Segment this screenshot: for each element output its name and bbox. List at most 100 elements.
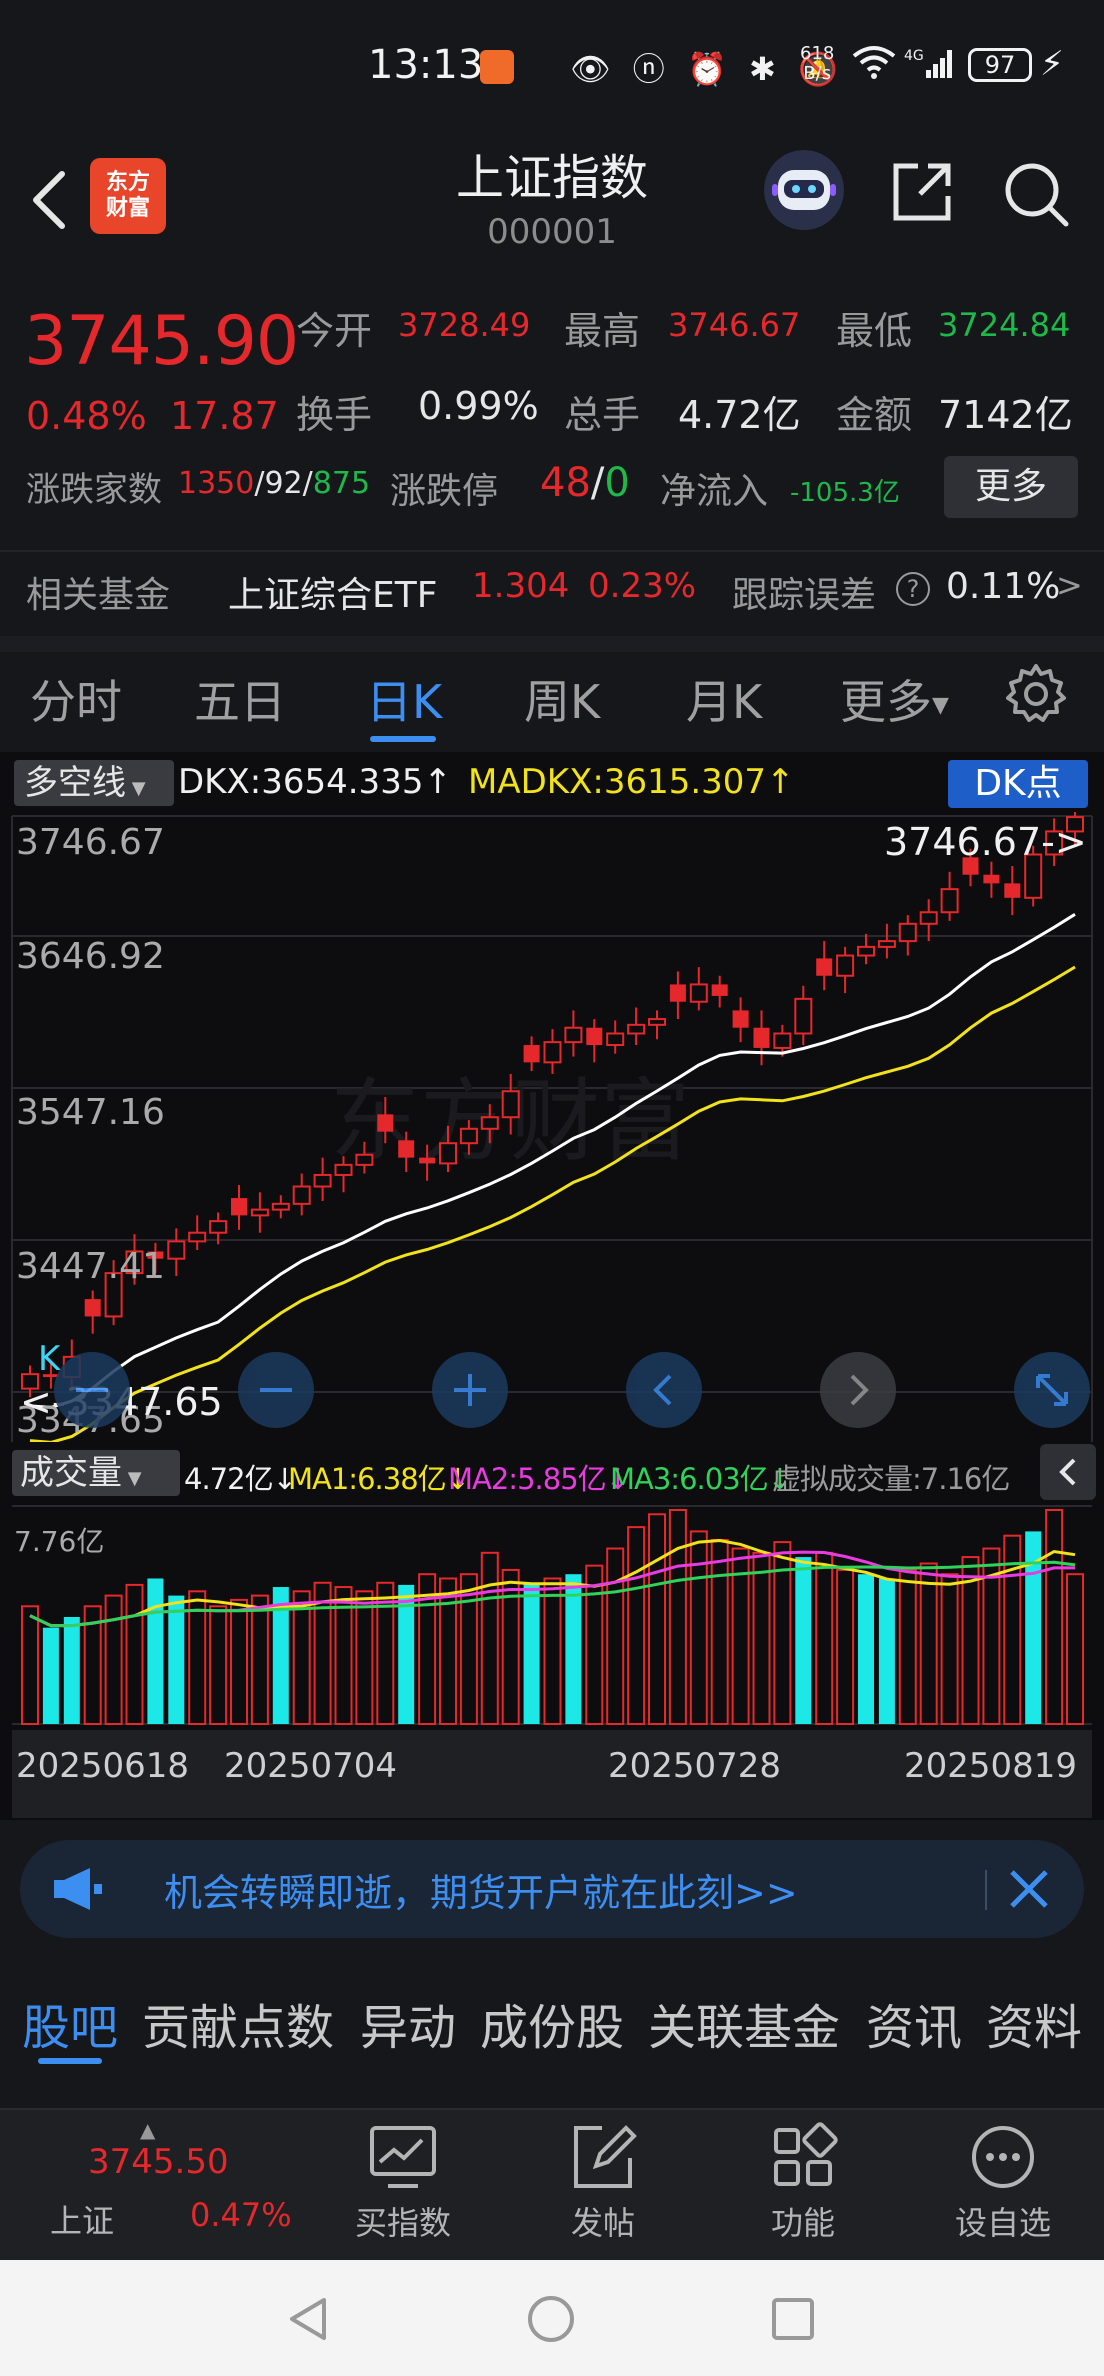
candle-body (377, 1114, 394, 1132)
virtual-volume: 虚拟成交量:7.16亿 (772, 1462, 1010, 1496)
candle-body (459, 1127, 478, 1145)
chart-icon (366, 2120, 440, 2194)
tab-movement[interactable]: 异动 (360, 1988, 456, 2058)
volume-select[interactable]: 成交量 ▼ (12, 1450, 180, 1496)
dk-point-button[interactable]: DK点 (948, 760, 1088, 808)
volume-chart[interactable] (0, 1502, 1104, 1732)
fullscreen-button[interactable] (1014, 1352, 1090, 1428)
zoom-in-button[interactable] (432, 1352, 508, 1428)
functions-label: 功能 (770, 2204, 835, 2242)
candle-body (355, 1153, 374, 1166)
fund-price: 1.304 (472, 566, 570, 606)
tab-intraday[interactable]: 分时 (30, 666, 122, 732)
ad-banner[interactable]: 机会转瞬即逝，期货开户就在此刻>> (20, 1840, 1084, 1938)
breadth-label: 涨跌家数 (26, 470, 162, 510)
volume-bar (250, 1594, 269, 1725)
buy-index-button[interactable]: 买指数 (338, 2120, 468, 2244)
volume-ma1-line (29, 1538, 1076, 1628)
candle-body (84, 1299, 101, 1317)
indicator-row: 多空线 ▼ DKX:3654.335↑ MADKX:3615.307↑ DK点 (0, 752, 1104, 812)
volume-bar (63, 1617, 80, 1724)
post-button[interactable]: 发帖 (538, 2120, 668, 2244)
dropdown-icon: ▼ (126, 778, 146, 799)
tab-daily-k[interactable]: 日K (366, 666, 442, 732)
candle-body (586, 1027, 603, 1046)
kline-chart[interactable]: 东方财富 K (0, 812, 1104, 1442)
battery-indicator: 97 (968, 48, 1032, 82)
zoom-out-button-2[interactable] (238, 1352, 314, 1428)
candle-body (334, 1163, 353, 1176)
volume-axis-label: 7.76亿 (14, 1525, 105, 1558)
breadth-down: 875 (312, 466, 371, 501)
volume-bar (648, 1513, 666, 1726)
share-icon[interactable] (888, 158, 956, 226)
more-dots-icon (966, 2120, 1040, 2194)
fund-label: 相关基金 (26, 575, 171, 616)
post-label: 发帖 (570, 2204, 635, 2242)
candle-body (313, 1173, 332, 1188)
ai-robot-icon[interactable] (764, 150, 844, 230)
tab-profile[interactable]: 资料 (986, 1988, 1082, 2058)
turnover-value: 0.99% (418, 384, 539, 428)
date-label: 20250819 (904, 1746, 1078, 1786)
dropdown-icon: ▼ (932, 693, 949, 718)
tab-forum[interactable]: 股吧 (22, 1988, 118, 2058)
date-label: 20250704 (224, 1746, 398, 1786)
gear-icon[interactable] (1004, 662, 1068, 726)
volume-bar (21, 1605, 39, 1725)
help-icon[interactable]: ? (896, 572, 930, 606)
related-fund-row[interactable]: 相关基金 上证综合ETF 1.304 0.23% 跟踪误差 ? 0.11% > (0, 552, 1104, 638)
volume-bar (689, 1530, 708, 1726)
chevron-right-icon[interactable]: > (1056, 566, 1083, 604)
scroll-right-button[interactable] (820, 1352, 896, 1428)
recents-nav-icon[interactable] (768, 2294, 818, 2348)
add-watchlist-button[interactable]: 设自选 (938, 2120, 1068, 2244)
tab-more[interactable]: 更多▼ (840, 666, 949, 732)
notification-app-icon (480, 50, 514, 84)
candle-body (439, 1142, 457, 1165)
logo-line-1: 东方 (105, 170, 150, 195)
candle-body (919, 911, 938, 925)
volume-bar (376, 1581, 395, 1726)
chevron-up-icon[interactable]: ▲ (140, 2118, 155, 2142)
back-icon[interactable] (20, 160, 80, 240)
tab-weekly-k[interactable]: 周K (524, 666, 600, 732)
volume-bar (125, 1583, 144, 1726)
app-logo[interactable]: 东方 财富 (90, 158, 166, 234)
high-label: 最高 (564, 309, 641, 353)
dkx-arrow: ↑ (423, 762, 452, 802)
candle-body (983, 874, 1000, 884)
tab-contribution[interactable]: 贡献点数 (142, 1988, 334, 2058)
home-nav-icon[interactable] (526, 2294, 576, 2348)
tab-related-funds[interactable]: 关联基金 (648, 1988, 840, 2058)
close-icon[interactable] (1002, 1862, 1056, 1916)
netflow-value: -105.3亿 (790, 478, 900, 508)
collapse-icon[interactable] (1040, 1444, 1096, 1500)
fund-name[interactable]: 上证综合ETF (228, 566, 437, 618)
scroll-left-button[interactable] (626, 1352, 702, 1428)
back-nav-icon[interactable] (284, 2294, 334, 2348)
tab-five-day[interactable]: 五日 (194, 666, 286, 732)
candle-body (292, 1185, 311, 1205)
zoom-out-button[interactable] (54, 1352, 130, 1428)
candle-body (606, 1032, 625, 1047)
functions-button[interactable]: 功能 (738, 2120, 868, 2244)
tab-constituents[interactable]: 成份股 (480, 1988, 624, 2058)
candle-body (398, 1140, 415, 1158)
megaphone-icon (50, 1864, 106, 1914)
high-value: 3746.67 (668, 306, 801, 344)
madkx-text: MADKX:3615.307 (468, 762, 767, 802)
indicator-select[interactable]: 多空线 ▼ (14, 760, 174, 806)
limit-down: 0 (604, 460, 630, 506)
tab-monthly-k[interactable]: 月K (686, 666, 762, 732)
price-axis-label: 3447.41 (16, 1246, 165, 1287)
tab-news[interactable]: 资讯 (866, 1988, 962, 2058)
fund-change-pct: 0.23% (588, 566, 697, 606)
candle-body (209, 1220, 228, 1234)
more-button[interactable]: 更多 (944, 456, 1078, 518)
volume-bar (752, 1551, 771, 1725)
ad-text[interactable]: 机会转瞬即逝，期货开户就在此刻>> (164, 1862, 798, 1917)
index-price: 3745.50 (88, 2142, 229, 2182)
search-icon[interactable] (1000, 158, 1072, 230)
active-tab-indicator (370, 736, 436, 742)
